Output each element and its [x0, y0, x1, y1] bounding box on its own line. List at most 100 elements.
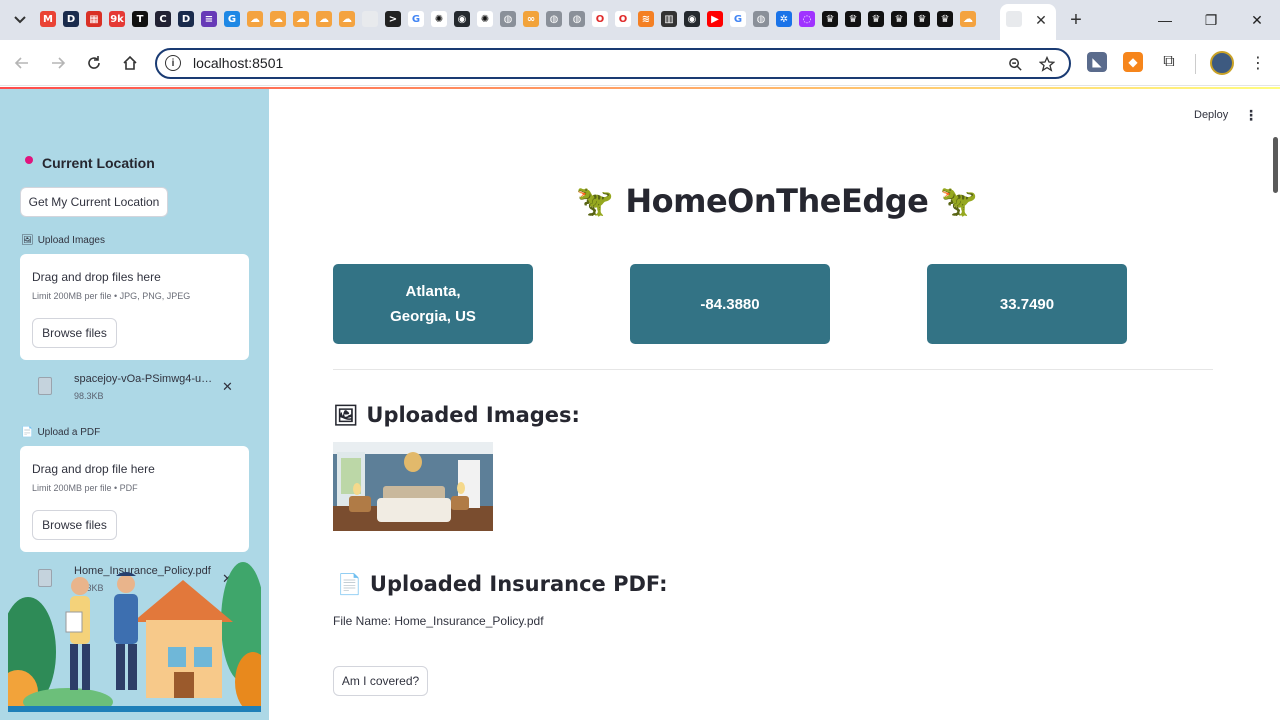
- badge-9k-tab-icon[interactable]: 9k: [109, 11, 125, 27]
- close-tab-button[interactable]: ✕: [1032, 11, 1050, 29]
- app-menu-icon[interactable]: ⋮: [1244, 107, 1258, 124]
- arrow-right-icon: [52, 57, 66, 69]
- arrow-left-icon: [14, 57, 28, 69]
- reload-icon: [88, 56, 100, 69]
- t-app-tab-icon[interactable]: T: [132, 11, 148, 27]
- get-location-button[interactable]: Get My Current Location: [20, 187, 168, 217]
- globe-tab-icon[interactable]: ◍: [546, 11, 562, 27]
- address-bar[interactable]: i localhost:8501: [155, 48, 1071, 79]
- home-button[interactable]: [118, 51, 142, 75]
- profile-avatar[interactable]: [1210, 51, 1234, 75]
- new-tab-button[interactable]: +: [1064, 8, 1088, 32]
- location-card-city: Atlanta, Georgia, US: [333, 264, 533, 344]
- main-content: Deploy ⋮ 🦖 HomeOnTheEdge 🦖 Atlanta, Geor…: [269, 89, 1280, 720]
- location-pin-icon: [25, 156, 33, 164]
- pdf-dropzone-limit: Limit 200MB per file • PDF: [32, 483, 138, 493]
- browse-images-button[interactable]: Browse files: [32, 318, 117, 348]
- zoom-icon[interactable]: [1005, 54, 1025, 74]
- site-info-icon[interactable]: i: [165, 55, 181, 71]
- uploaded-pdf-heading: 📄 Uploaded Insurance PDF:: [337, 572, 668, 596]
- crown-tab-icon[interactable]: ♛: [868, 11, 884, 27]
- gmail-tab-icon[interactable]: M: [40, 11, 56, 27]
- longitude-text: -84.3880: [700, 295, 760, 313]
- bookmark-star-icon[interactable]: [1037, 54, 1057, 74]
- toolbar-divider: [1195, 54, 1196, 74]
- globe-tab-icon[interactable]: ◍: [500, 11, 516, 27]
- cloud-app-tab-icon[interactable]: ☁: [960, 11, 976, 27]
- minimize-button[interactable]: —: [1150, 8, 1180, 32]
- crown-tab-icon[interactable]: ♛: [914, 11, 930, 27]
- images-dropzone[interactable]: Drag and drop files here Limit 200MB per…: [20, 254, 249, 360]
- chevron-down-icon: [14, 16, 26, 24]
- home-icon: [123, 55, 137, 70]
- terminal-app-tab-icon[interactable]: >: [385, 11, 401, 27]
- github-tab-icon[interactable]: ◉: [454, 11, 470, 27]
- settings-tab-icon[interactable]: ✲: [776, 11, 792, 27]
- openai-tab-icon[interactable]: ✺: [431, 11, 447, 27]
- framed-picture-icon: 🖼: [21, 235, 34, 246]
- deploy-button[interactable]: Deploy: [1194, 109, 1228, 121]
- box-app-tab-icon[interactable]: [362, 11, 378, 27]
- book-tab-icon[interactable]: ▥: [661, 11, 677, 27]
- city-text: Atlanta,: [405, 283, 461, 300]
- extensions-puzzle-icon[interactable]: ⧉: [1159, 52, 1179, 72]
- reload-button[interactable]: [82, 51, 106, 75]
- location-card-longitude: -84.3880: [630, 264, 830, 344]
- tab-search-button[interactable]: [8, 8, 32, 32]
- maximize-button[interactable]: ❐: [1196, 8, 1226, 32]
- openai-tab-icon[interactable]: ✺: [477, 11, 493, 27]
- infinity-tab-icon[interactable]: ∞: [523, 11, 539, 27]
- d-app-tab-icon[interactable]: D: [178, 11, 194, 27]
- browser-menu-icon[interactable]: ⋮: [1248, 51, 1268, 75]
- browser-toolbar: i localhost:8501 ◣ ◆ ⧉ ⋮: [0, 40, 1280, 86]
- cloud-app-tab-icon[interactable]: ☁: [270, 11, 286, 27]
- browser-tabstrip: M D ▦ 9k T C D ≡ G ☁ ☁ ☁ ☁ ☁ > G ✺ ◉ ✺ ◍ ∞ ◍ ◍ O O ≋ ▥ ◉ ▶ G ◍ ✲ ◌ ♛ ♛ ♛ ♛ ♛ ♛…: [0, 0, 1280, 40]
- crown-tab-icon[interactable]: ♛: [822, 11, 838, 27]
- grid-app-tab-icon[interactable]: ▦: [86, 11, 102, 27]
- cloud-app-tab-icon[interactable]: ☁: [316, 11, 332, 27]
- close-window-button[interactable]: ✕: [1242, 8, 1272, 32]
- crown-tab-icon[interactable]: ♛: [891, 11, 907, 27]
- browse-pdf-button[interactable]: Browse files: [32, 510, 117, 540]
- divider: [333, 369, 1213, 370]
- url-text[interactable]: localhost:8501: [193, 55, 283, 71]
- github-tab-icon[interactable]: ◉: [684, 11, 700, 27]
- google-tab-icon[interactable]: G: [408, 11, 424, 27]
- remove-image-file-button[interactable]: ✕: [222, 379, 233, 395]
- extension-notion-icon[interactable]: ◣: [1087, 52, 1107, 72]
- dinosaur-icon: 🦖: [940, 184, 978, 218]
- am-i-covered-button[interactable]: Am I covered?: [333, 666, 428, 696]
- opera-tab-icon[interactable]: O: [592, 11, 608, 27]
- d-app-tab-icon[interactable]: D: [63, 11, 79, 27]
- globe-tab-icon[interactable]: ◍: [569, 11, 585, 27]
- pdf-dropzone[interactable]: Drag and drop file here Limit 200MB per …: [20, 446, 249, 552]
- extension-metamask-icon[interactable]: ◆: [1123, 52, 1143, 72]
- stack-tab-icon[interactable]: ≋: [638, 11, 654, 27]
- cdi-app-tab-icon[interactable]: C: [155, 11, 171, 27]
- region-text: Georgia, US: [390, 308, 476, 325]
- uploaded-bedroom-image[interactable]: [333, 442, 493, 531]
- g-app-tab-icon[interactable]: G: [224, 11, 240, 27]
- insurance-agent-illustration: [8, 562, 261, 712]
- youtube-tab-icon[interactable]: ▶: [707, 11, 723, 27]
- active-tab[interactable]: ✕: [1000, 4, 1056, 40]
- globe-tab-icon[interactable]: ◍: [753, 11, 769, 27]
- cloud-app-tab-icon[interactable]: ☁: [293, 11, 309, 27]
- cloud-app-tab-icon[interactable]: ☁: [247, 11, 263, 27]
- crown-tab-icon[interactable]: ♛: [937, 11, 953, 27]
- cloud-app-tab-icon[interactable]: ☁: [339, 11, 355, 27]
- current-location-heading: Current Location: [42, 155, 155, 171]
- page-icon: 📄: [337, 572, 362, 596]
- forms-app-tab-icon[interactable]: ≡: [201, 11, 217, 27]
- framed-picture-icon: 🖼: [333, 403, 359, 427]
- messenger-tab-icon[interactable]: ◌: [799, 11, 815, 27]
- forward-button[interactable]: [46, 51, 70, 75]
- google-tab-icon[interactable]: G: [730, 11, 746, 27]
- upload-images-label: 🖼 Upload Images: [21, 235, 105, 246]
- crown-tab-icon[interactable]: ♛: [845, 11, 861, 27]
- page-scrollbar[interactable]: [1273, 137, 1278, 193]
- opera-tab-icon[interactable]: O: [615, 11, 631, 27]
- back-button[interactable]: [10, 51, 34, 75]
- box-app-icon: [1006, 11, 1022, 27]
- page-icon: 📄: [21, 427, 34, 438]
